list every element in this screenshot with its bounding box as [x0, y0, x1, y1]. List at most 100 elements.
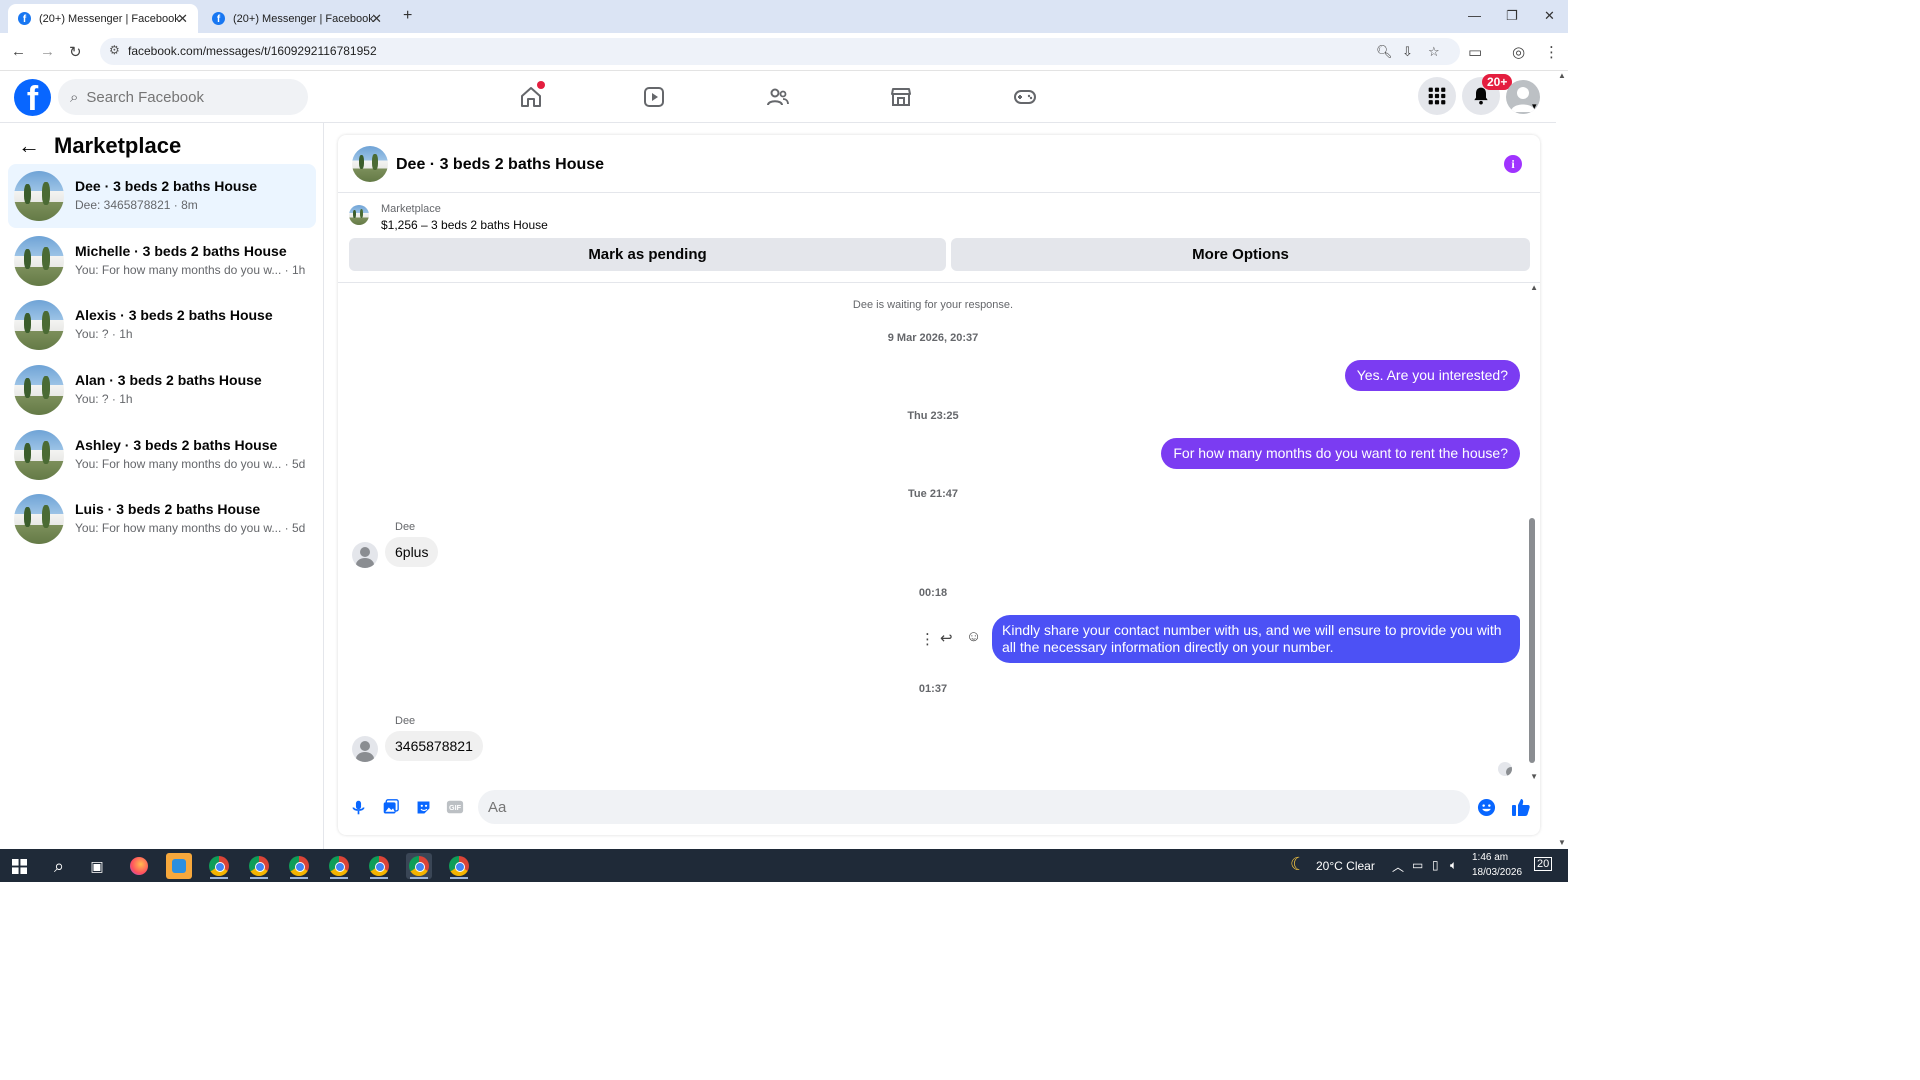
friends-icon [767, 88, 789, 106]
conversation-item-luis[interactable]: Luis · 3 beds 2 baths House You: For how… [8, 487, 316, 551]
sticker-icon[interactable] [413, 797, 433, 817]
marketplace-listing-strip: Marketplace $1,256 – 3 beds 2 baths Hous… [338, 193, 1540, 283]
windows-start-icon[interactable] [6, 853, 32, 879]
grid-icon [1428, 87, 1446, 105]
profile-icon[interactable]: ◎ [1512, 43, 1525, 61]
forward-icon[interactable]: → [40, 43, 55, 60]
clock-date[interactable]: 18/03/2026 [1472, 867, 1522, 878]
listing-thumbnail [14, 365, 64, 415]
facebook-favicon-icon: f [18, 12, 31, 25]
outgoing-message[interactable]: For how many months do you want to rent … [1161, 438, 1520, 469]
gif-icon[interactable]: GIF [445, 797, 465, 817]
restore-icon[interactable]: ❐ [1506, 8, 1518, 24]
thumbs-up-icon[interactable] [1511, 797, 1531, 817]
incoming-message[interactable]: 3465878821 [385, 731, 483, 761]
chrome-window-icon[interactable] [366, 853, 392, 879]
notification-count: 20 [1537, 858, 1550, 870]
side-panel-icon[interactable]: ▭ [1468, 43, 1482, 61]
more-actions-icon[interactable]: ⋮ [920, 630, 935, 648]
back-arrow-icon[interactable]: ← [18, 133, 40, 159]
tray-chevron-icon[interactable]: ︿ [1392, 858, 1404, 875]
taskbar-search-icon[interactable]: ⌕ [46, 853, 72, 879]
notification-center-icon[interactable]: 20 [1534, 857, 1553, 871]
site-info-icon[interactable]: ⚙ [109, 43, 120, 57]
video-nav-icon[interactable] [639, 83, 669, 111]
chrome-window-icon-active[interactable] [406, 853, 432, 879]
conversation-item-michelle[interactable]: Michelle · 3 beds 2 baths House You: For… [8, 229, 316, 293]
task-view-icon[interactable]: ▣ [84, 853, 110, 879]
battery-icon[interactable]: ▯ [1432, 858, 1439, 872]
conversation-item-ashley[interactable]: Ashley · 3 beds 2 baths House You: For h… [8, 423, 316, 487]
network-icon[interactable]: ▭ [1412, 858, 1423, 872]
sender-avatar[interactable] [352, 736, 378, 762]
search-input[interactable] [86, 88, 287, 106]
chrome-window-icon[interactable] [446, 853, 472, 879]
microphone-icon[interactable] [348, 797, 368, 817]
info-icon[interactable]: i [1504, 155, 1522, 173]
listing-price-title[interactable]: $1,256 – 3 beds 2 baths House [381, 218, 548, 232]
address-bar-row: ← → ↻ ⚙ facebook.com/messages/t/16092921… [0, 33, 1568, 71]
chrome-window-icon[interactable] [206, 853, 232, 879]
menu-grid-button[interactable] [1418, 77, 1456, 115]
search-bar[interactable]: ⌕ [58, 79, 308, 115]
reload-icon[interactable]: ↻ [69, 43, 82, 61]
page-scroll-up-icon[interactable]: ▲ [1558, 71, 1566, 80]
message-thread: Dee is waiting for your response. 9 Mar … [338, 283, 1540, 781]
scroll-thumb[interactable] [1529, 518, 1535, 763]
gaming-nav-icon[interactable] [1010, 83, 1040, 111]
scroll-up-icon[interactable]: ▲ [1530, 283, 1538, 292]
message-input[interactable] [478, 790, 1470, 824]
more-options-button[interactable]: More Options [951, 238, 1530, 271]
conversation-item-alexis[interactable]: Alexis · 3 beds 2 baths House You: ? · 1… [8, 293, 316, 357]
browser-menu-icon[interactable]: ⋮ [1544, 43, 1559, 61]
conversation-name: Michelle · 3 beds 2 baths House [75, 243, 287, 259]
browser-tabbar: f (20+) Messenger | Facebook ✕ f (20+) M… [0, 0, 1568, 33]
url-text[interactable]: facebook.com/messages/t/1609292116781952 [128, 44, 377, 58]
browser-tab-2[interactable]: f (20+) Messenger | Facebook ✕ [202, 4, 392, 33]
chrome-window-icon[interactable] [246, 853, 272, 879]
conversation-item-dee[interactable]: Dee · 3 beds 2 baths House Dee: 34658788… [8, 164, 316, 228]
mark-as-pending-button[interactable]: Mark as pending [349, 238, 946, 271]
close-tab-icon[interactable]: ✕ [371, 11, 382, 27]
scroll-down-icon[interactable]: ▼ [1530, 772, 1538, 781]
firefox-icon[interactable] [126, 853, 152, 879]
sender-avatar[interactable] [352, 542, 378, 568]
clock-time[interactable]: 1:46 am [1472, 852, 1508, 863]
outgoing-message[interactable]: Kindly share your contact number with us… [992, 615, 1520, 663]
facebook-logo-icon[interactable]: f [14, 79, 51, 116]
chat-listing-thumbnail[interactable] [352, 146, 388, 182]
outgoing-message[interactable]: Yes. Are you interested? [1344, 360, 1520, 391]
emoji-icon[interactable] [1476, 797, 1496, 817]
browser-tab-1[interactable]: f (20+) Messenger | Facebook ✕ [8, 4, 198, 33]
weather-text[interactable]: 20°C Clear [1316, 859, 1375, 873]
friends-nav-icon[interactable] [763, 83, 793, 111]
zoom-icon[interactable]: 🔍︎ [1376, 44, 1393, 60]
marketplace-nav-icon[interactable] [886, 83, 916, 111]
volume-icon[interactable]: 🔈︎ [1450, 858, 1457, 873]
home-nav-icon[interactable] [516, 81, 546, 111]
chat-title[interactable]: Dee · 3 beds 2 baths House [396, 156, 604, 174]
incoming-message[interactable]: 6plus [385, 537, 439, 567]
close-window-icon[interactable]: ✕ [1544, 8, 1555, 24]
chrome-window-icon[interactable] [326, 853, 352, 879]
new-tab-icon[interactable]: + [403, 7, 412, 25]
account-chevron-icon[interactable]: ▾ [1532, 101, 1537, 112]
notifications-button[interactable]: 20+ [1462, 74, 1513, 115]
install-app-icon[interactable]: ⇩ [1402, 44, 1413, 60]
close-tab-icon[interactable]: ✕ [177, 11, 188, 27]
chrome-window-icon[interactable] [286, 853, 312, 879]
page-scroll-down-icon[interactable]: ▼ [1558, 838, 1566, 847]
bookmark-star-icon[interactable]: ☆ [1428, 44, 1440, 60]
page-scrollbar[interactable]: ▲ ▼ [1556, 71, 1568, 849]
conversation-preview: You: ? · 1h [75, 392, 133, 406]
minimize-icon[interactable]: — [1468, 8, 1481, 23]
url-box[interactable]: ⚙ facebook.com/messages/t/16092921167819… [100, 38, 1460, 65]
listing-small-thumbnail[interactable] [349, 205, 369, 225]
app-shield-icon[interactable] [166, 853, 192, 879]
photo-icon[interactable] [380, 797, 400, 817]
back-icon[interactable]: ← [11, 43, 26, 60]
conversation-item-alan[interactable]: Alan · 3 beds 2 baths House You: ? · 1h [8, 358, 316, 422]
reply-icon[interactable]: ↩ [940, 629, 953, 647]
react-emoji-icon[interactable]: ☺ [966, 628, 981, 645]
thread-scrollbar[interactable]: ▲ ▼ [1529, 283, 1538, 781]
